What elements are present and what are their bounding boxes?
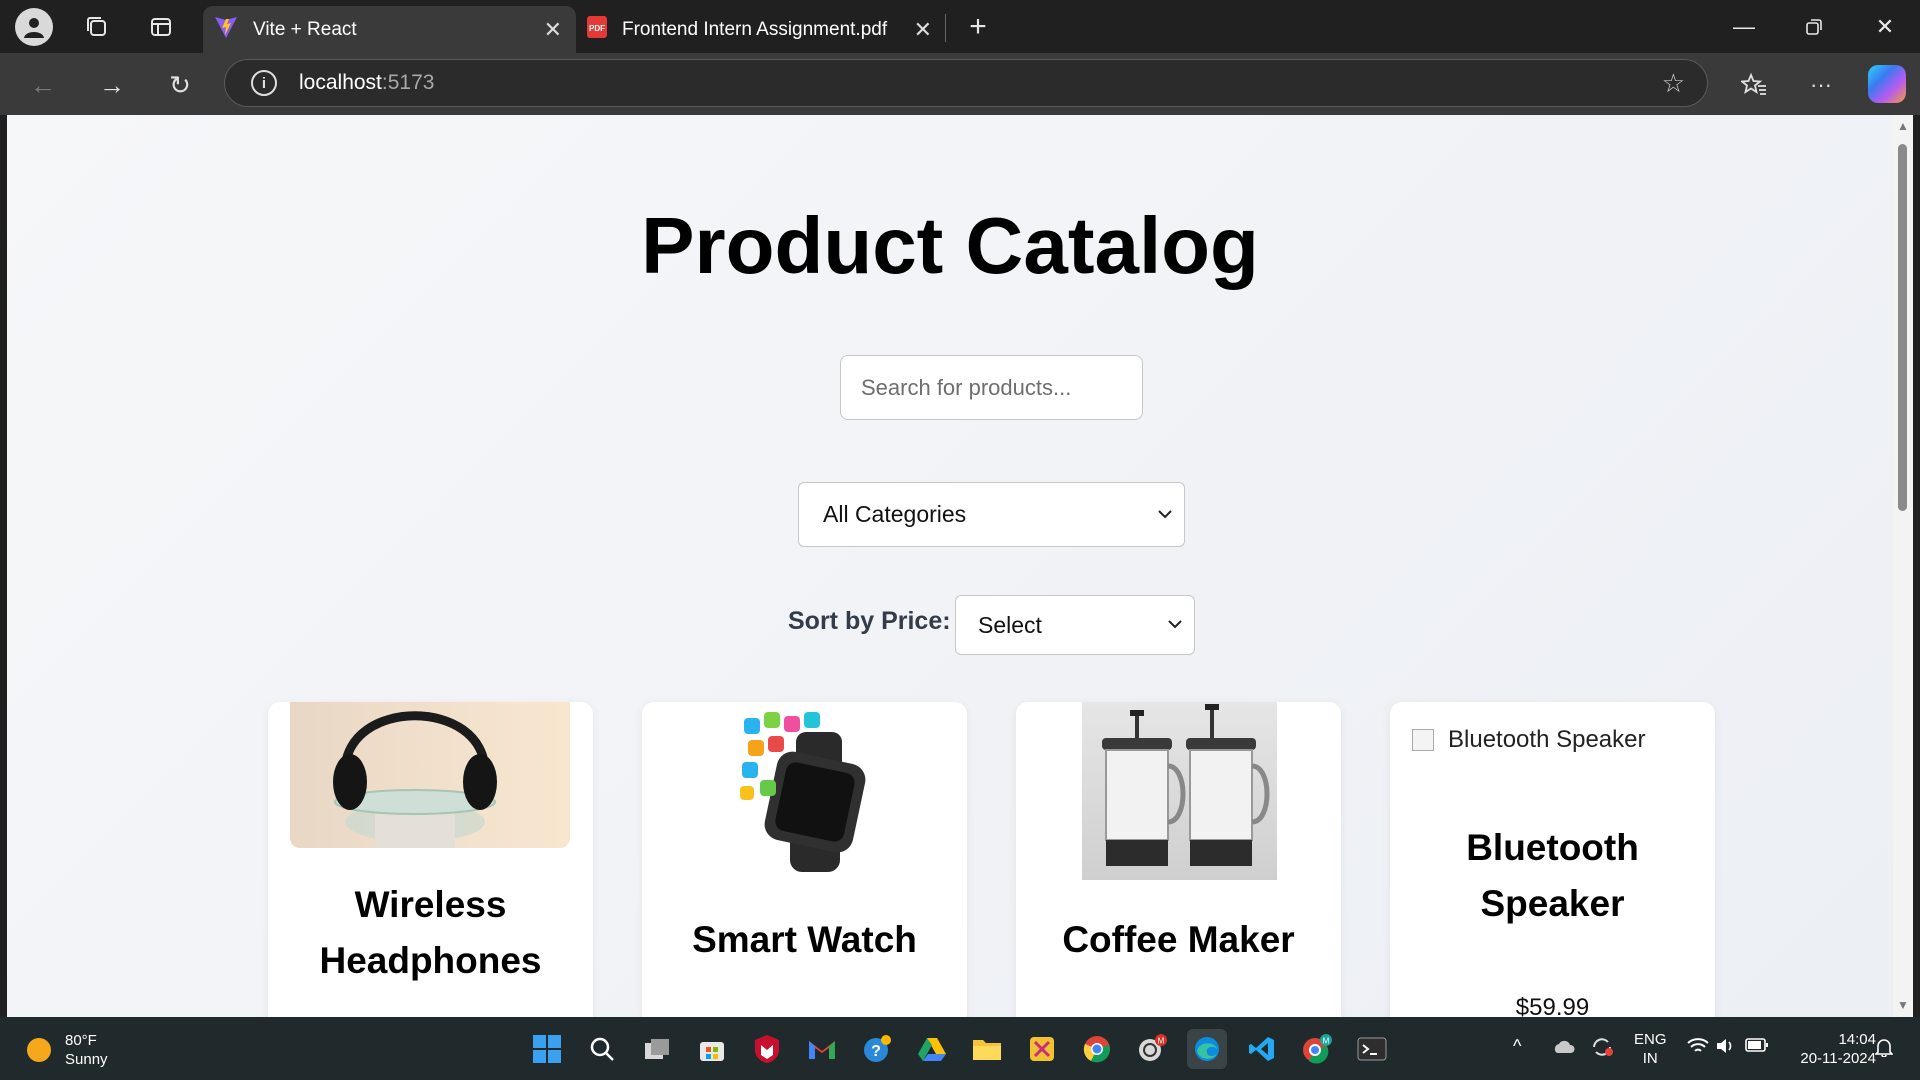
terminal-icon[interactable] [1352,1029,1392,1069]
language-region: IN [1642,1050,1658,1067]
sort-price-select[interactable]: Select [955,595,1195,655]
svg-text:M: M [1158,1037,1165,1046]
edge-icon[interactable] [1187,1029,1227,1069]
google-drive-icon[interactable] [912,1029,952,1069]
sync-icon[interactable] [1590,1035,1614,1064]
file-explorer-icon[interactable] [967,1029,1007,1069]
svg-text:M: M [1323,1037,1330,1046]
product-name: Smart Watch [692,919,917,960]
weather-widget[interactable]: 80°F Sunny [27,1031,108,1069]
sort-select-value: Select [978,611,1042,638]
browser-titlebar: Vite + React ✕ PDF Frontend Intern Assig… [0,0,1920,53]
scroll-down-icon[interactable]: ▼ [1896,998,1910,1012]
page-title: Product Catalog [641,201,1259,290]
pdf-icon: PDF [586,15,608,45]
restore-icon[interactable] [1779,0,1849,53]
tab-title: Frontend Intern Assignment.pdf [622,18,888,40]
forward-icon[interactable]: → [90,63,134,107]
show-hidden-icons[interactable]: ^ [1513,1037,1521,1056]
product-card[interactable]: Coffee Maker [1016,702,1341,1017]
product-card[interactable]: Wireless Headphones [268,702,593,1017]
notification-bell-icon[interactable] [1874,1037,1894,1062]
chrome-profile-icon[interactable]: M [1297,1029,1337,1069]
browser-toolbar: ← → ↻ i localhost:5173 ☆ ··· [0,53,1920,115]
favorites-icon[interactable] [1732,63,1776,107]
address-url[interactable]: localhost:5173 [299,71,434,95]
weather-condition: Sunny [65,1051,108,1068]
search-input[interactable] [840,355,1143,420]
scroll-thumb[interactable] [1898,144,1907,511]
clock-date: 20-11-2024 [1800,1050,1876,1067]
favorite-star-icon[interactable]: ☆ [1662,68,1685,99]
windows-start-icon[interactable] [527,1029,567,1069]
help-icon[interactable]: ? [857,1029,897,1069]
task-view-icon[interactable] [637,1029,677,1069]
headphones-image [290,702,570,848]
tab-title: Vite + React [253,18,357,40]
image-placeholder-icon [1412,729,1434,751]
minimize-icon[interactable]: — [1709,0,1779,53]
smartwatch-image [708,702,903,880]
chatgpt-icon[interactable]: M [1132,1029,1172,1069]
clock-time: 14:04 [1838,1031,1876,1048]
category-select-value: All Categories [823,501,967,527]
coffee-maker-image [1082,702,1277,880]
category-select[interactable]: All Categories [798,482,1185,547]
language-indicator[interactable]: ENG IN [1634,1030,1667,1068]
url-host: localhost [299,71,382,94]
url-port: :5173 [381,71,435,94]
chevron-down-icon [1158,506,1172,524]
tab-divider [945,14,946,42]
store-icon[interactable] [692,1029,732,1069]
tab-pdf[interactable]: PDF Frontend Intern Assignment.pdf ✕ [578,6,946,53]
weather-temp: 80°F [65,1032,97,1049]
close-window-icon[interactable]: ✕ [1850,0,1920,53]
close-tab-icon[interactable]: ✕ [914,17,932,43]
svg-text:?: ? [871,1043,881,1060]
profile-avatar-icon[interactable] [15,7,53,46]
scroll-up-icon[interactable]: ▲ [1896,119,1910,133]
chevron-down-icon [1168,616,1182,634]
refresh-icon[interactable]: ↻ [158,63,202,107]
vertical-tabs-icon[interactable] [134,0,188,53]
back-icon[interactable]: ← [21,63,65,107]
product-name: Bluetooth Speaker [1466,827,1639,924]
broken-image-icon: Bluetooth Speaker [1412,726,1645,754]
product-card[interactable]: Smart Watch [642,702,967,1017]
new-tab-icon[interactable]: + [951,0,1005,53]
product-card[interactable]: Bluetooth Speaker Bluetooth Speaker $59.… [1390,702,1715,1017]
chrome-icon[interactable] [1077,1029,1117,1069]
tab-vite-react[interactable]: Vite + React ✕ [203,6,576,53]
vscode-icon[interactable] [1242,1029,1282,1069]
page-viewport: Product Catalog All Categories Sort by P… [7,115,1893,1017]
snipping-tool-icon[interactable] [1022,1029,1062,1069]
wifi-icon[interactable] [1687,1037,1709,1060]
copilot-icon[interactable] [1868,65,1906,103]
site-info-icon[interactable]: i [251,70,277,96]
mcafee-icon[interactable] [747,1029,787,1069]
clock[interactable]: 14:04 20-11-2024 [1786,1030,1876,1068]
product-price: $59.99 [1515,994,1590,1017]
gmail-icon[interactable] [802,1029,842,1069]
image-alt-text: Bluetooth Speaker [1448,726,1646,753]
address-bar[interactable]: i localhost:5173 ☆ [224,59,1708,107]
settings-more-icon[interactable]: ··· [1799,63,1843,107]
workspaces-icon[interactable] [70,0,124,53]
vite-logo-icon [213,14,239,46]
onedrive-icon[interactable] [1551,1037,1575,1060]
language-code: ENG [1634,1031,1667,1048]
volume-icon[interactable] [1715,1037,1735,1060]
battery-icon[interactable] [1745,1037,1769,1058]
product-name: Coffee Maker [1062,919,1295,960]
product-name: Wireless Headphones [319,884,542,981]
close-tab-icon[interactable]: ✕ [544,17,562,43]
page-scrollbar[interactable]: ▲ ▼ [1893,115,1913,1017]
search-icon[interactable] [582,1029,622,1069]
svg-text:PDF: PDF [589,24,605,33]
sort-by-price-label: Sort by Price: [788,607,951,635]
sun-icon [27,1038,51,1062]
taskbar: 80°F Sunny ? M M ^ ENG IN 14:04 20-11-20… [0,1017,1920,1080]
